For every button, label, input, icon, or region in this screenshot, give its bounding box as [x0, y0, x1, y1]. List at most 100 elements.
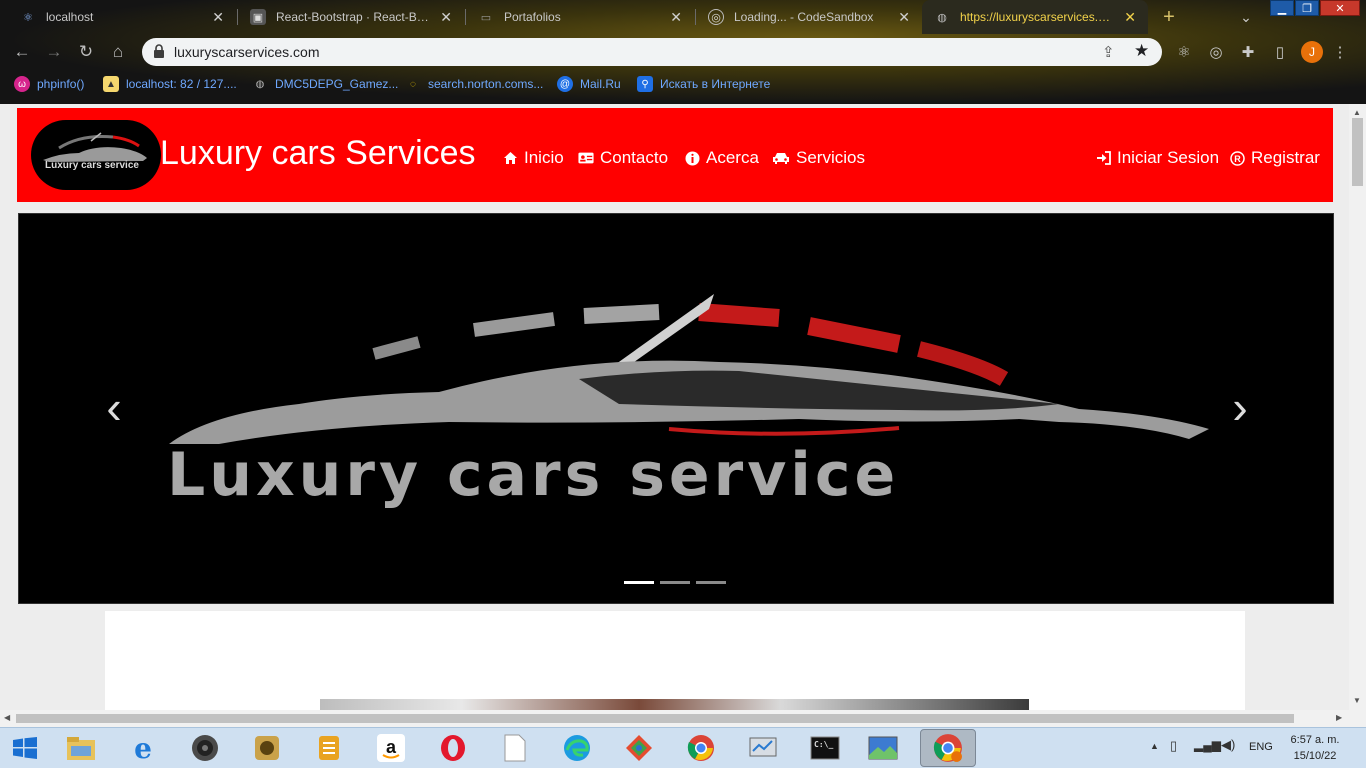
language-indicator[interactable]: ENG	[1249, 741, 1273, 753]
address-bar[interactable]: luxuryscarservices.com ⇪ ★	[142, 38, 1162, 66]
close-icon[interactable]: ✕	[670, 9, 682, 26]
scroll-down-icon[interactable]: ▼	[1353, 696, 1361, 705]
device-icon[interactable]: ▯	[1170, 738, 1177, 754]
scroll-right-icon[interactable]: ▶	[1336, 713, 1342, 722]
tray-chevron-icon[interactable]: ▲	[1150, 741, 1159, 751]
nav-servicios[interactable]: Servicios	[772, 148, 865, 168]
url-text[interactable]: luxuryscarservices.com	[174, 44, 319, 60]
svg-text:R: R	[1234, 154, 1241, 164]
bookmark-localhost[interactable]: ▲ localhost: 82 / 127....	[103, 75, 237, 93]
close-window-button[interactable]: ✕	[1320, 0, 1360, 16]
tab-react-bootstrap[interactable]: ▣ React-Bootstrap · React-Bootstrap ✕	[238, 0, 464, 34]
car-icon	[772, 150, 790, 166]
react-icon: ⚛	[23, 11, 33, 24]
minimize-button[interactable]: ▁	[1270, 0, 1294, 16]
react-devtools-icon[interactable]: ⚛	[1174, 42, 1194, 62]
horizontal-scrollbar[interactable]: ◀ ▶	[0, 710, 1366, 727]
monitor-app-icon[interactable]	[746, 731, 780, 765]
chrome-icon	[933, 734, 962, 762]
search-icon: ⚲	[637, 76, 653, 92]
globe-icon: ◍	[937, 11, 947, 24]
carousel-indicator-3[interactable]	[696, 581, 726, 584]
car-silhouette-graphic	[169, 294, 1209, 444]
speaker-app-icon[interactable]	[188, 731, 222, 765]
bookmark-star-icon[interactable]: ★	[1134, 41, 1149, 61]
share-icon[interactable]: ⇪	[1102, 43, 1115, 61]
bookmark-norton[interactable]: ◌ search.norton.coms...	[405, 75, 543, 93]
home-button[interactable]: ⌂	[106, 40, 130, 64]
scrollbar-thumb[interactable]	[1352, 118, 1363, 186]
site-brand[interactable]: Luxury cars Services	[160, 134, 476, 173]
restore-button[interactable]: ❐	[1295, 0, 1319, 16]
side-panel-icon[interactable]: ▯	[1270, 42, 1290, 62]
tab-localhost[interactable]: ⚛ localhost ✕	[8, 0, 236, 34]
scroll-left-icon[interactable]: ◀	[4, 713, 10, 722]
nav-contacto[interactable]: Contacto	[578, 148, 668, 168]
close-icon: ✕	[1335, 2, 1345, 15]
nav-iniciar-sesion[interactable]: Iniciar Sesion	[1095, 148, 1219, 168]
tab-title: React-Bootstrap · React-Bootstrap	[276, 10, 431, 24]
nav-registrar[interactable]: R Registrar	[1229, 148, 1320, 168]
file-explorer-icon[interactable]	[64, 731, 98, 765]
bookmark-search[interactable]: ⚲ Искать в Интернете	[637, 75, 770, 93]
globe-icon: ◍	[255, 78, 265, 90]
start-button[interactable]	[8, 731, 42, 765]
notes-app-icon[interactable]	[312, 731, 346, 765]
bookmark-dmc5[interactable]: ◍ DMC5DEPG_Gamez...	[252, 75, 399, 93]
carousel-indicator-1[interactable]	[624, 581, 654, 584]
clock-time[interactable]: 6:57 a. m.	[1280, 734, 1350, 746]
vertical-scrollbar[interactable]: ▲ ▼	[1349, 104, 1366, 710]
bookmark-label: Mail.Ru	[580, 77, 621, 91]
carousel-indicator-2[interactable]	[660, 581, 690, 584]
nav-acerca[interactable]: Acerca	[684, 148, 759, 168]
sign-in-icon	[1095, 150, 1111, 166]
reload-button[interactable]: ↻	[74, 40, 98, 64]
clock-date[interactable]: 15/10/22	[1280, 750, 1350, 762]
target-icon[interactable]: ◎	[1206, 42, 1226, 62]
tab-portafolios[interactable]: ▭ Portafolios ✕	[466, 0, 694, 34]
network-signal-icon[interactable]: ▂▄▆	[1194, 738, 1221, 752]
tab-luxuryscarservices[interactable]: ◍ https://luxuryscarservices.com ✕	[922, 0, 1148, 34]
menu-kebab-icon[interactable]: ⋮	[1330, 42, 1350, 62]
nav-inicio[interactable]: Inicio	[502, 148, 564, 168]
opera-icon[interactable]	[436, 731, 470, 765]
image-viewer-icon[interactable]	[866, 731, 900, 765]
windows-logo-icon	[13, 737, 37, 759]
restore-icon: ❐	[1302, 2, 1312, 15]
tab-search-button[interactable]: ⌄	[1236, 7, 1256, 27]
close-icon[interactable]: ✕	[1124, 9, 1136, 26]
close-icon[interactable]: ✕	[212, 9, 224, 26]
carousel-next-button[interactable]: ›	[1215, 379, 1265, 439]
volume-icon[interactable]: ◀)	[1221, 737, 1235, 753]
command-prompt-icon[interactable]: C:\_	[808, 731, 842, 765]
forward-button[interactable]: →	[42, 40, 66, 64]
git-app-icon[interactable]	[622, 731, 656, 765]
back-button[interactable]: ←	[10, 40, 34, 64]
nav-label: Iniciar Sesion	[1117, 148, 1220, 167]
scrollbar-thumb[interactable]	[16, 714, 1294, 723]
carousel-prev-button[interactable]: ‹	[89, 379, 139, 439]
svg-text:C:\_: C:\_	[814, 740, 833, 749]
new-tab-button[interactable]: +	[1158, 6, 1180, 28]
bookmark-phpinfo[interactable]: ω phpinfo()	[14, 75, 84, 93]
amazon-icon[interactable]: a	[374, 731, 408, 765]
tab-title: Loading... - CodeSandbox	[734, 10, 874, 24]
profile-avatar[interactable]: J	[1301, 41, 1323, 63]
page-viewport: Luxury cars service Luxury cars Services…	[0, 104, 1366, 710]
extensions-puzzle-icon[interactable]: ✚	[1238, 42, 1258, 62]
home-icon: ⌂	[112, 42, 124, 61]
close-icon[interactable]: ✕	[440, 9, 452, 26]
close-icon[interactable]: ✕	[898, 9, 910, 26]
site-logo[interactable]: Luxury cars service	[31, 120, 161, 190]
edge-icon[interactable]	[560, 731, 594, 765]
scroll-up-icon[interactable]: ▲	[1353, 108, 1361, 117]
blank-document-icon[interactable]	[498, 731, 532, 765]
bookmark-mailru[interactable]: @ Mail.Ru	[557, 75, 621, 93]
car-logo-graphic	[43, 132, 147, 162]
internet-explorer-icon[interactable]: e	[126, 731, 160, 765]
tab-codesandbox[interactable]: ◎ Loading... - CodeSandbox ✕	[696, 0, 922, 34]
content-section	[105, 611, 1245, 710]
chrome-icon[interactable]	[684, 731, 718, 765]
media-app-icon[interactable]	[250, 731, 284, 765]
chrome-active-window[interactable]	[920, 729, 976, 767]
